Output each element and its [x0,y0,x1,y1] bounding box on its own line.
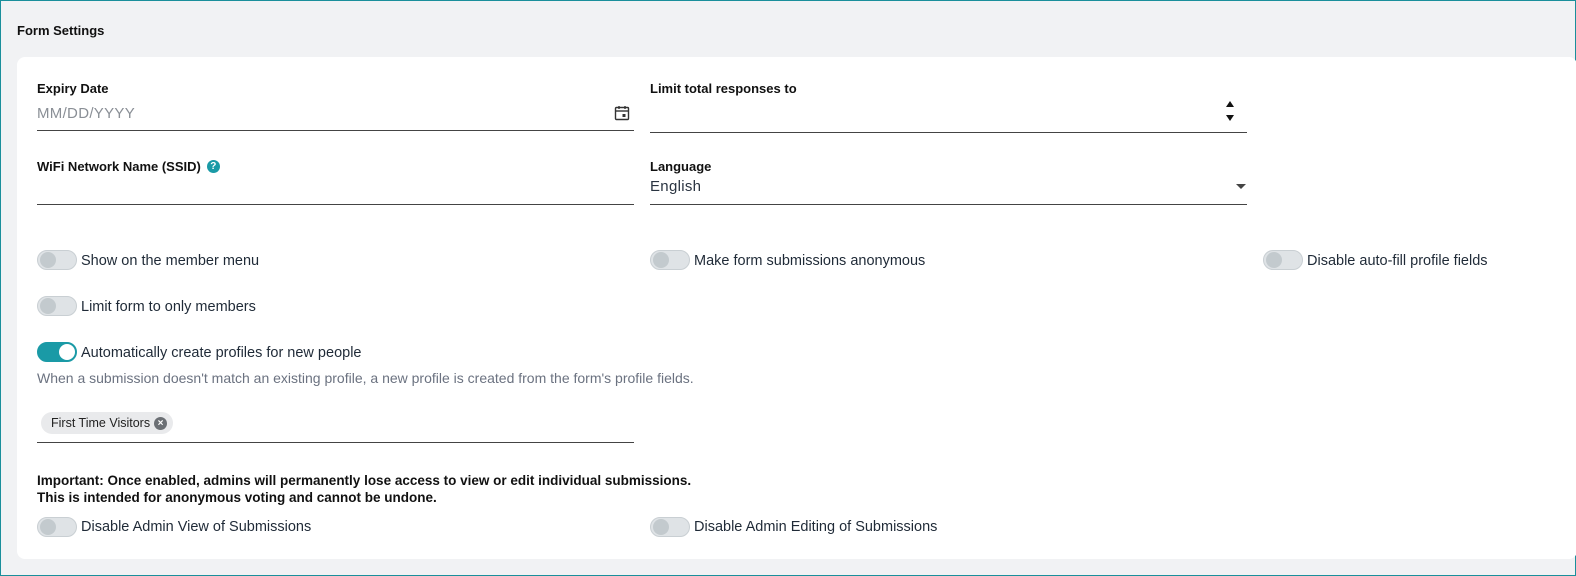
admin-view-label: Disable Admin View of Submissions [81,519,312,535]
chevron-down-icon[interactable] [1236,184,1246,189]
ssid-label-text: WiFi Network Name (SSID) [37,159,201,174]
auto-profiles-description: When a submission doesn't match an exist… [37,370,694,386]
decrement-icon[interactable] [1226,115,1234,121]
spinner-arrows-icon[interactable] [1226,101,1236,121]
autofill-label: Disable auto-fill profile fields [1307,253,1488,269]
anonymous-label: Make form submissions anonymous [694,253,926,269]
section-title: Form Settings [17,23,105,38]
autofill-toggle[interactable] [1263,250,1303,270]
warning-line-2: This is intended for anonymous voting an… [37,490,437,505]
ssid-input-underline[interactable] [37,204,634,205]
language-select[interactable]: English [650,178,701,195]
expiry-date-input[interactable]: MM/DD/YYYY [37,105,135,122]
members-only-label: Limit form to only members [81,299,256,315]
tag-chip-label: First Time Visitors [51,416,151,430]
limit-responses-label: Limit total responses to [650,81,797,96]
calendar-icon[interactable] [614,105,630,121]
expiry-date-label: Expiry Date [37,81,109,96]
tag-chip: First Time Visitors × [41,412,174,434]
admin-edit-label: Disable Admin Editing of Submissions [694,519,938,535]
ssid-label: WiFi Network Name (SSID)? [37,159,220,174]
form-settings-card: Expiry Date MM/DD/YYYY Limit total respo… [17,57,1576,559]
members-only-toggle[interactable] [37,296,77,316]
help-icon[interactable]: ? [206,160,220,174]
tags-input-underline[interactable] [37,442,634,443]
admin-edit-toggle[interactable] [650,517,690,537]
auto-profiles-toggle[interactable] [37,342,77,362]
language-label: Language [650,159,712,174]
anonymous-toggle[interactable] [650,250,690,270]
language-underline [650,204,1247,205]
auto-profiles-label: Automatically create profiles for new pe… [81,345,362,361]
member-menu-toggle[interactable] [37,250,77,270]
member-menu-label: Show on the member menu [81,253,260,269]
warning-line-1: Important: Once enabled, admins will per… [37,473,692,488]
increment-icon[interactable] [1226,101,1234,107]
admin-view-toggle[interactable] [37,517,77,537]
expiry-date-underline [37,130,634,131]
close-circle-icon[interactable]: × [154,416,168,430]
limit-responses-underline [650,132,1247,133]
